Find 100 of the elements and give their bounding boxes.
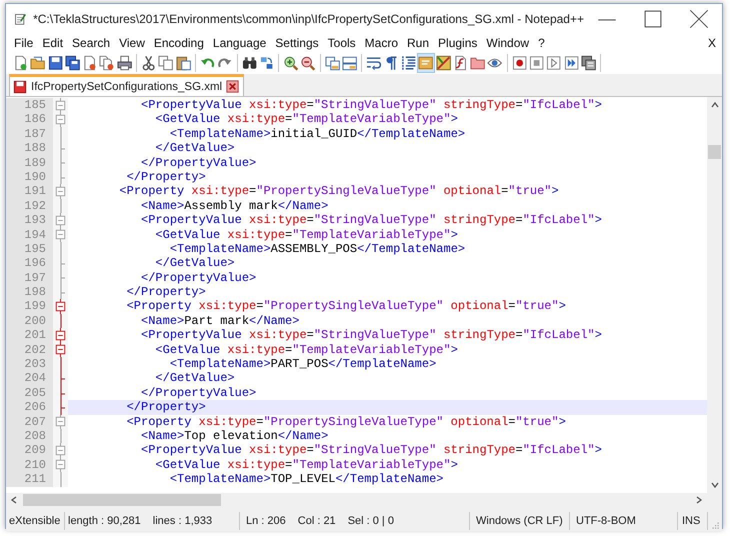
fast-forward-icon bbox=[564, 54, 579, 70]
line-number: 186 bbox=[6, 112, 53, 127]
status-text: lines : 1,933 bbox=[152, 515, 212, 527]
status-text: eXtensible bbox=[9, 515, 60, 527]
code-line: <TemplateName>ASSEMBLY_POS</TemplateName> bbox=[170, 242, 466, 256]
line-number: 204 bbox=[6, 371, 53, 386]
code-line: </PropertyValue> bbox=[141, 386, 256, 400]
scroll-down-icon[interactable] bbox=[710, 481, 720, 489]
language-icon bbox=[418, 54, 434, 70]
menu-item[interactable]: Language bbox=[208, 36, 272, 50]
line-number: 194 bbox=[6, 228, 53, 242]
code-line: </GetValue> bbox=[155, 371, 235, 386]
collapse-icon[interactable] bbox=[53, 213, 68, 228]
line-number: 207 bbox=[6, 414, 53, 429]
record-icon bbox=[512, 54, 528, 70]
close-file-icon bbox=[82, 54, 98, 70]
line-number: 211 bbox=[6, 472, 53, 487]
code-line: <TemplateName>initial_GUID</TemplateName> bbox=[170, 126, 466, 141]
code-line: </Property> bbox=[126, 170, 206, 184]
status-text: Sel : 0 | 0 bbox=[348, 515, 394, 527]
file-tab[interactable]: IfcPropertySetConfigurations_SG.xml bbox=[9, 74, 244, 96]
line-number: 190 bbox=[6, 170, 53, 184]
line-number: 201 bbox=[6, 328, 53, 343]
scroll-thumb[interactable] bbox=[708, 145, 721, 159]
zoom-in-icon bbox=[283, 54, 298, 70]
menu-item[interactable]: Encoding bbox=[150, 36, 209, 50]
line-number: 193 bbox=[6, 213, 53, 228]
menu-item[interactable]: Run bbox=[403, 36, 434, 50]
collapse-icon[interactable] bbox=[53, 458, 68, 472]
line-number: 198 bbox=[6, 285, 53, 300]
save-icon bbox=[48, 54, 63, 70]
zoom-out-icon bbox=[300, 54, 316, 70]
code-line: <GetValue xsi:type="TemplateVariableType"> bbox=[155, 342, 458, 357]
menu-item[interactable]: Macro bbox=[360, 36, 404, 50]
collapse-icon[interactable] bbox=[53, 328, 68, 343]
code-line: <Name>Top elevation</Name> bbox=[141, 428, 328, 443]
scroll-up-icon[interactable] bbox=[710, 101, 720, 109]
collapse-icon[interactable] bbox=[53, 299, 68, 314]
sync-vertical-icon bbox=[324, 54, 340, 70]
code-line: </GetValue> bbox=[155, 141, 235, 156]
vertical-scrollbar[interactable] bbox=[707, 97, 722, 493]
menu-item[interactable]: ? bbox=[534, 36, 550, 50]
collapse-icon[interactable] bbox=[53, 184, 68, 199]
language-button[interactable] bbox=[417, 52, 435, 72]
code-line: <PropertyValue xsi:type="StringValueType" stringType="IfcLabel"> bbox=[141, 328, 602, 342]
collapse-icon[interactable] bbox=[53, 112, 68, 127]
scroll-right-icon[interactable] bbox=[695, 495, 703, 505]
document-map-icon bbox=[436, 54, 451, 70]
menu-item[interactable]: Window bbox=[482, 36, 534, 50]
collapse-icon[interactable] bbox=[53, 342, 68, 358]
menu-item[interactable]: Edit bbox=[38, 36, 68, 50]
close-tab-icon[interactable] bbox=[226, 80, 240, 93]
replace-icon bbox=[258, 54, 274, 70]
code-line: </GetValue> bbox=[155, 256, 235, 270]
status-text: Col : 21 bbox=[298, 515, 336, 527]
code-line: <Property xsi:type="PropertySingleValueType" optional="true"> bbox=[126, 299, 566, 314]
line-number: 203 bbox=[6, 357, 53, 372]
folder-icon bbox=[470, 54, 486, 70]
collapse-icon[interactable] bbox=[53, 414, 68, 429]
line-number: 196 bbox=[6, 256, 53, 271]
scroll-left-icon[interactable] bbox=[10, 495, 18, 505]
close-document-button[interactable]: X bbox=[708, 36, 716, 50]
code-line: <GetValue xsi:type="TemplateVariableType"> bbox=[155, 228, 458, 242]
line-number: 185 bbox=[6, 98, 53, 112]
line-number: 199 bbox=[6, 299, 53, 314]
menu-item[interactable]: File bbox=[10, 36, 38, 50]
printer-icon bbox=[116, 54, 132, 70]
indent-guide-icon bbox=[400, 54, 416, 70]
code-line: <Name>Assembly mark</Name> bbox=[141, 198, 328, 213]
paste-icon bbox=[176, 54, 191, 70]
menu-item[interactable]: Tools bbox=[324, 36, 361, 50]
scroll-thumb[interactable] bbox=[23, 494, 221, 506]
code-line: <GetValue xsi:type="TemplateVariableType"> bbox=[155, 458, 458, 472]
code-line: </Property> bbox=[126, 285, 206, 300]
close-all-icon bbox=[99, 54, 115, 70]
play-icon bbox=[546, 54, 562, 70]
sync-horizontal-icon bbox=[342, 54, 358, 70]
line-number: 200 bbox=[6, 314, 53, 328]
line-number: 188 bbox=[6, 141, 53, 156]
line-number: 206 bbox=[6, 400, 53, 415]
menu-item[interactable]: View bbox=[115, 36, 150, 50]
code-line: <PropertyValue xsi:type="StringValueType" stringType="IfcLabel"> bbox=[141, 443, 602, 458]
line-number: 191 bbox=[6, 184, 53, 199]
collapse-icon[interactable] bbox=[53, 228, 68, 242]
code-line: </PropertyValue> bbox=[141, 270, 256, 285]
line-number: 205 bbox=[6, 386, 53, 400]
notepad-app-icon bbox=[14, 11, 26, 27]
function-list-icon bbox=[452, 54, 468, 70]
line-number: 210 bbox=[6, 458, 53, 472]
status-text: Windows (CR LF) bbox=[476, 515, 563, 527]
code-line: </PropertyValue> bbox=[141, 156, 256, 170]
status-text: UTF-8-BOM bbox=[576, 515, 636, 527]
code-line: <PropertyValue xsi:type="StringValueType" stringType="IfcLabel"> bbox=[141, 213, 602, 228]
menu-item[interactable]: Settings bbox=[271, 36, 324, 50]
resize-grip-icon[interactable] bbox=[710, 520, 720, 530]
paragraph-mark-icon bbox=[384, 54, 399, 70]
menu-item[interactable]: Search bbox=[68, 36, 116, 50]
menu-item[interactable]: Plugins bbox=[434, 36, 482, 50]
collapse-icon[interactable] bbox=[53, 443, 68, 458]
code-line: <Property xsi:type="PropertySingleValueType" optional="true"> bbox=[119, 184, 559, 198]
